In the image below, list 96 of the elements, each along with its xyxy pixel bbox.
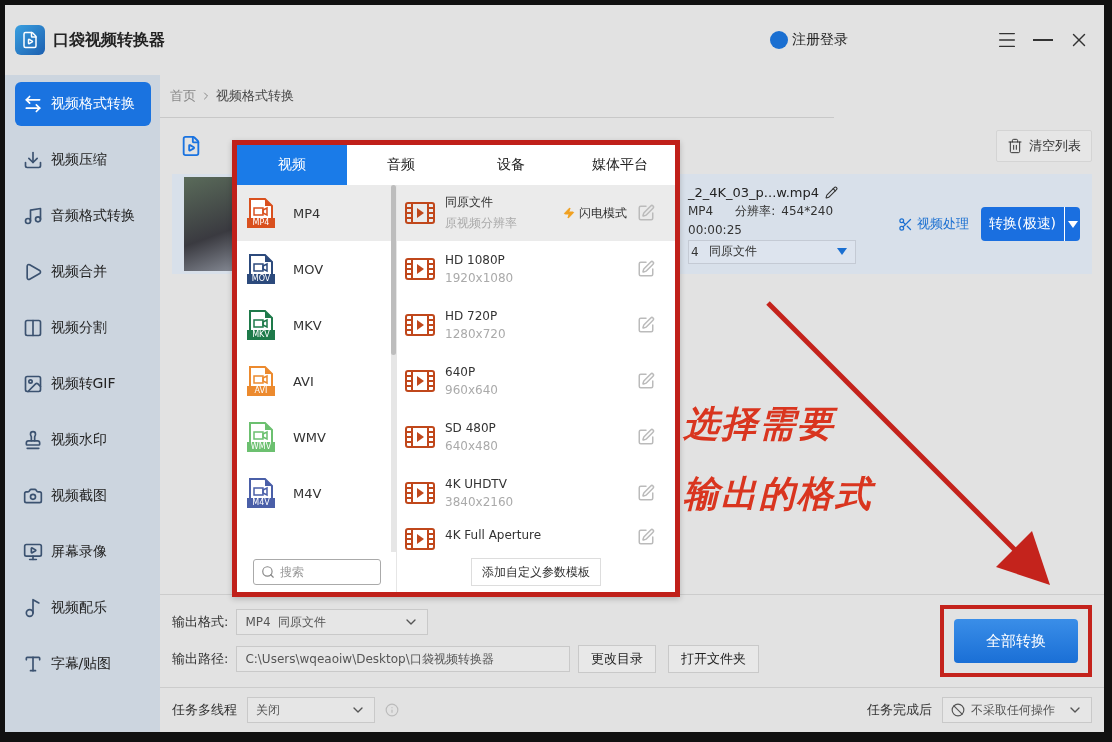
- clear-list-button[interactable]: 清空列表: [996, 130, 1092, 162]
- format-tab[interactable]: 媒体平台: [565, 145, 675, 185]
- sidebar-item[interactable]: 字幕/贴图: [14, 642, 151, 686]
- flash-mode-label: 闪电模式: [563, 204, 627, 222]
- edit-icon[interactable]: [637, 528, 655, 546]
- threads-select[interactable]: 关闭: [247, 697, 375, 723]
- app-logo-icon: [15, 25, 45, 55]
- resolution-label: 分辨率:: [735, 202, 776, 220]
- film-strip-icon: [405, 528, 435, 550]
- sidebar-item[interactable]: 视频分割: [14, 306, 151, 350]
- convert-all-button[interactable]: 全部转换: [954, 619, 1078, 663]
- open-folder-button[interactable]: 打开文件夹: [668, 645, 760, 673]
- format-badge: MKV: [247, 330, 275, 340]
- annotation-text: 选择需要: [683, 400, 873, 448]
- threads-label: 任务多线程: [172, 701, 237, 719]
- sidebar-item[interactable]: 视频配乐: [14, 586, 151, 630]
- film-strip-icon: [405, 258, 435, 280]
- scrollbar-thumb[interactable]: [391, 185, 396, 355]
- preset-select[interactable]: 4 同原文件: [688, 239, 856, 264]
- convert-button[interactable]: 转换(极速): [981, 207, 1064, 241]
- format-badge: M4V: [247, 498, 275, 508]
- format-badge: MOV: [247, 274, 275, 284]
- sidebar-item[interactable]: 视频格式转换: [14, 82, 151, 126]
- add-file-icon[interactable]: [180, 135, 202, 157]
- lightning-icon: [563, 207, 575, 219]
- camera-icon: [22, 486, 43, 506]
- preset-title: HD 720P: [445, 309, 499, 323]
- app-title: 口袋视频转换器: [53, 29, 165, 51]
- edit-icon[interactable]: [637, 372, 655, 390]
- format-badge: MP4: [247, 218, 275, 228]
- preset-title: 4K Full Aperture: [445, 528, 542, 542]
- duration: 00:00:25: [688, 222, 742, 237]
- preset-title: HD 1080P: [445, 253, 506, 267]
- file-format: MP4: [688, 204, 714, 218]
- sidebar-item[interactable]: 视频截图: [14, 474, 151, 518]
- search-icon: [260, 565, 275, 579]
- caret-icon: [1067, 220, 1078, 228]
- edit-icon[interactable]: [637, 204, 655, 222]
- search-field[interactable]: 搜索: [252, 559, 381, 585]
- preset-title: 同原文件: [445, 194, 494, 211]
- add-template-button[interactable]: 添加自定义参数模板: [471, 558, 601, 586]
- film-strip-icon: [405, 202, 435, 224]
- download-icon: [22, 150, 43, 170]
- edit-icon[interactable]: [637, 260, 655, 278]
- avatar-icon: [770, 31, 788, 49]
- film-strip-icon: [405, 370, 435, 392]
- preset-resolution: 960x640: [445, 383, 498, 397]
- output-path-label: 输出路径:: [172, 650, 229, 668]
- preset-resolution: 原视频分辨率: [445, 215, 517, 232]
- breadcrumb-item: 视频格式转换: [216, 87, 294, 105]
- preset-item[interactable]: 同原文件 原视频分辨率 闪电模式: [397, 185, 675, 241]
- edit-icon[interactable]: [637, 316, 655, 334]
- after-task-select[interactable]: 不采取任何操作: [942, 697, 1092, 723]
- preset-resolution: 1920x1080: [445, 271, 514, 285]
- sidebar-item[interactable]: 屏幕录像: [14, 530, 151, 574]
- convert-options-button[interactable]: [1064, 207, 1080, 241]
- info-icon[interactable]: [385, 703, 399, 717]
- film-strip-icon: [405, 426, 435, 448]
- trash-icon: [1007, 138, 1023, 154]
- format-tab[interactable]: 视频: [237, 145, 347, 185]
- sidebar-item[interactable]: 音频格式转换: [14, 194, 151, 238]
- ban-icon: [951, 703, 965, 717]
- sidebar-item[interactable]: 视频合并: [14, 250, 151, 294]
- preset-resolution: 1280x720: [445, 327, 506, 341]
- music-note-icon: [22, 206, 43, 226]
- output-format-select[interactable]: MP4 同原文件: [236, 609, 429, 635]
- sidebar-item[interactable]: 视频压缩: [14, 138, 151, 182]
- edit-icon[interactable]: [637, 484, 655, 502]
- after-task-label: 任务完成后: [867, 701, 932, 719]
- pencil-icon[interactable]: [825, 185, 838, 199]
- columns-icon: [22, 318, 43, 338]
- login-button[interactable]: 注册登录: [770, 31, 848, 49]
- resolution-value: 454*240: [781, 204, 834, 218]
- file-name: _2_4K_03_p...w.mp4: [688, 184, 819, 200]
- preset-title: SD 480P: [445, 421, 497, 435]
- scissors-icon: [898, 216, 913, 232]
- image-icon: [22, 374, 43, 394]
- format-badge: WMV: [247, 442, 275, 452]
- change-directory-button[interactable]: 更改目录: [578, 645, 657, 673]
- film-strip-icon: [405, 314, 435, 336]
- preset-title: 640P: [445, 365, 477, 379]
- minimize-icon: [1033, 39, 1053, 41]
- sidebar-item[interactable]: 视频转GIF: [14, 362, 151, 406]
- film-strip-icon: [405, 482, 435, 504]
- monitor-play-icon: [22, 542, 43, 562]
- preset-resolution: 3840x2160: [445, 495, 514, 509]
- format-item[interactable]: MP4 MP4: [237, 185, 391, 241]
- sidebar-item[interactable]: 视频水印: [14, 418, 151, 462]
- output-format-label: 输出格式:: [172, 613, 229, 631]
- caret-icon: [837, 248, 847, 255]
- preset-title: 4K UHDTV: [445, 477, 508, 491]
- preset-resolution: 640x480: [445, 439, 498, 453]
- output-path-field[interactable]: C:\Users\wqeaoiw\Desktop\口袋视频转换器: [236, 646, 571, 672]
- edit-icon[interactable]: [637, 428, 655, 446]
- video-edit-link[interactable]: 视频处理: [898, 215, 969, 233]
- format-badge: AVI: [247, 386, 275, 396]
